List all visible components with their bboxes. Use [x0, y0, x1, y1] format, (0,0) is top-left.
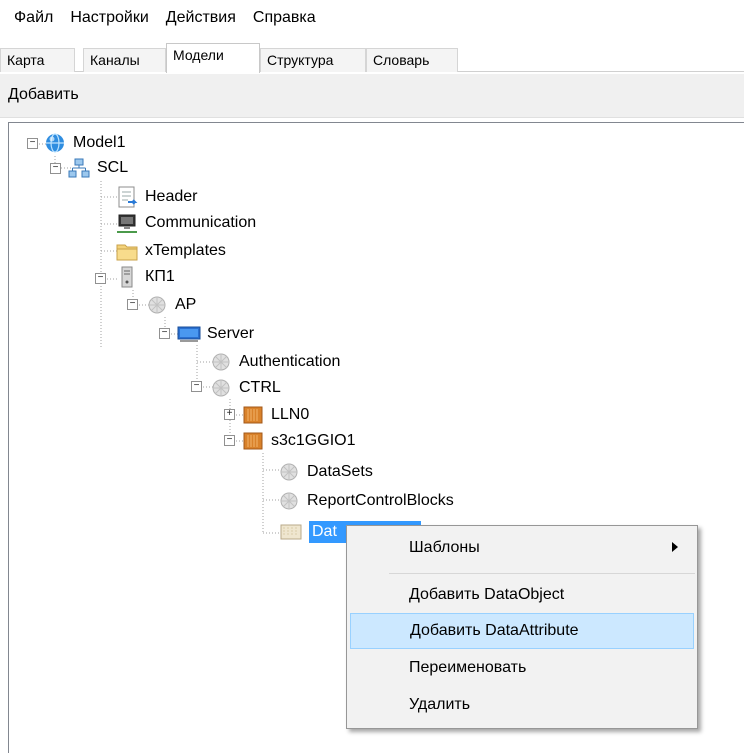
tree-node-label: CTRL [239, 379, 281, 396]
menu-item-label: Добавить DataObject [409, 586, 565, 603]
component-icon [277, 460, 301, 484]
menu-item-add-dataobject[interactable]: Добавить DataObject [350, 577, 694, 613]
tree-node-server[interactable]: Server [177, 322, 254, 346]
tree-node-label: s3c1GGIO1 [271, 432, 356, 449]
collapse-server-toggle[interactable]: − [159, 328, 170, 339]
tree-node-kp1[interactable]: КП1 [115, 265, 175, 289]
component-icon [145, 293, 169, 317]
submenu-arrow-icon [672, 542, 678, 552]
tab-structure[interactable]: Структура [260, 48, 366, 72]
collapse-model1-toggle[interactable]: − [27, 138, 38, 149]
menu-settings[interactable]: Настройки [62, 5, 157, 31]
tree-node-ap[interactable]: AP [145, 293, 196, 317]
tree-node-ctrl[interactable]: CTRL [209, 376, 281, 400]
tree-node-reportcontrolblocks[interactable]: ReportControlBlocks [277, 489, 454, 513]
menu-item-label: Переименовать [409, 659, 527, 676]
tree-node-datasets[interactable]: DataSets [277, 460, 373, 484]
globe-icon [43, 131, 67, 155]
monitor-icon [177, 322, 201, 346]
tree-node-authentication[interactable]: Authentication [209, 350, 340, 374]
tree-node-model1[interactable]: Model1 [43, 131, 125, 155]
tree-node-label: AP [175, 296, 197, 313]
menu-item-rename[interactable]: Переименовать [350, 650, 694, 686]
tab-models[interactable]: Модели [166, 43, 260, 73]
tree-node-label: DataSets [307, 463, 373, 480]
tree-node-label: Authentication [239, 353, 341, 370]
collapse-scl-toggle[interactable]: − [50, 163, 61, 174]
collapse-s3c1ggio1-toggle[interactable]: − [224, 435, 235, 446]
tree-node-communication[interactable]: Communication [115, 211, 256, 235]
collapse-ctrl-toggle[interactable]: − [191, 381, 202, 392]
tree-node-label: Model1 [73, 134, 126, 151]
logical-node-icon [241, 403, 265, 427]
menu-item-templates[interactable]: Шаблоны [350, 530, 694, 566]
collapse-ap-toggle[interactable]: − [127, 299, 138, 310]
folder-icon [115, 239, 139, 263]
tree-node-label: LLN0 [271, 406, 310, 423]
context-menu: Шаблоны Добавить DataObject Добавить Dat… [346, 525, 698, 729]
tree-node-label: xTemplates [145, 242, 226, 259]
menu-item-add-dataattribute[interactable]: Добавить DataAttribute [350, 613, 694, 649]
logical-node-icon [241, 429, 265, 453]
tree-node-label: Server [207, 325, 255, 342]
toolbar: Добавить [0, 74, 744, 118]
document-icon [115, 185, 139, 209]
menu-item-label: Шаблоны [409, 539, 480, 556]
tree-node-s3c1ggio1[interactable]: s3c1GGIO1 [241, 429, 355, 453]
server-icon [115, 265, 139, 289]
tree-node-scl[interactable]: SCL [67, 156, 128, 180]
component-icon [277, 489, 301, 513]
tree-node-label: КП1 [145, 268, 175, 285]
tab-channels[interactable]: Каналы [83, 48, 166, 72]
collapse-kp1-toggle[interactable]: − [95, 273, 106, 284]
add-button[interactable]: Добавить [8, 86, 79, 104]
component-icon [209, 350, 233, 374]
menu-separator [389, 573, 695, 574]
network-icon [67, 156, 91, 180]
tree-node-lln0[interactable]: LLN0 [241, 403, 309, 427]
menu-item-delete[interactable]: Удалить [350, 687, 694, 723]
computer-icon [115, 211, 139, 235]
tree-node-label: ReportControlBlocks [307, 492, 454, 509]
menu-actions[interactable]: Действия [158, 5, 245, 31]
menu-file[interactable]: Файл [6, 5, 62, 31]
expand-lln0-toggle[interactable]: + [224, 409, 235, 420]
menu-item-label: Удалить [409, 696, 471, 713]
tab-strip: Карта Каналы Модели Структура Словарь [0, 40, 744, 73]
tab-dictionary[interactable]: Словарь [366, 48, 458, 72]
tab-map[interactable]: Карта [0, 48, 75, 72]
menu-item-label: Добавить DataAttribute [410, 622, 579, 639]
tree-node-xtemplates[interactable]: xTemplates [115, 239, 226, 263]
component-icon [209, 376, 233, 400]
tree-node-label: Communication [145, 214, 257, 231]
tree-node-header[interactable]: Header [115, 185, 197, 209]
tree-node-label: SCL [97, 159, 129, 176]
menu-help[interactable]: Справка [245, 5, 325, 31]
data-object-icon [279, 520, 303, 544]
tree-node-label: Header [145, 188, 198, 205]
menu-bar: Файл Настройки Действия Справка [0, 0, 744, 36]
